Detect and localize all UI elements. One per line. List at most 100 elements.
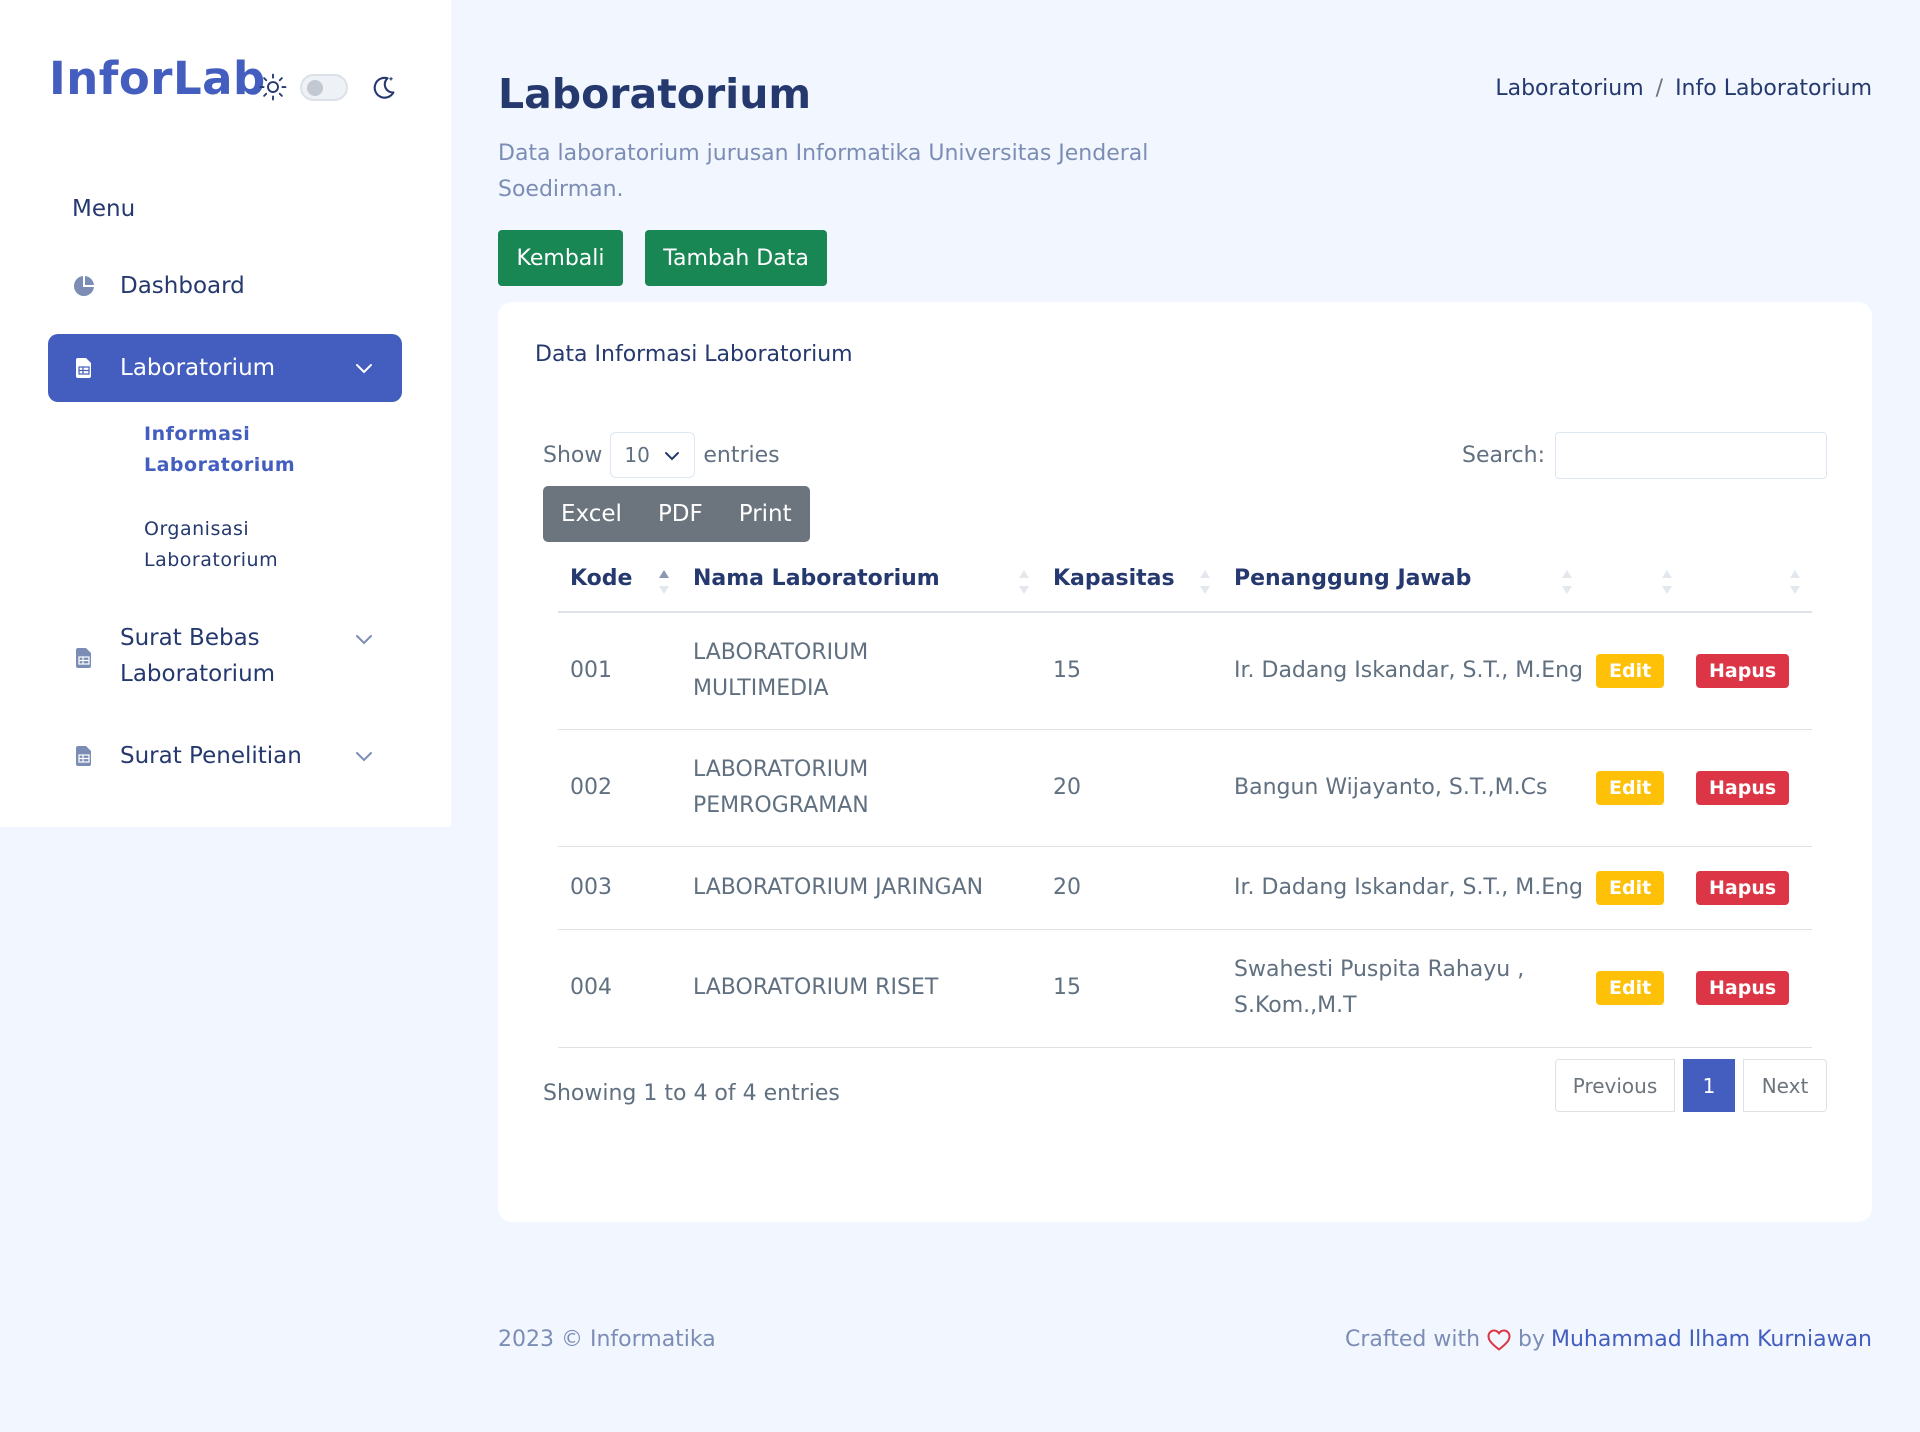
entries-select-value: 10 (624, 443, 650, 467)
cell-kapasitas: 20 (1041, 846, 1222, 930)
export-print-button[interactable]: Print (739, 501, 792, 527)
table-row: 004 LABORATORIUM RISET 15 Swahesti Puspi… (558, 929, 1812, 1048)
pagination-previous[interactable]: Previous (1555, 1059, 1675, 1112)
file-spreadsheet-icon (76, 746, 91, 766)
data-card: Data Informasi Laboratorium Show 10 entr… (498, 302, 1872, 1222)
cell-nama: LABORATORIUM JARINGAN (681, 846, 1041, 930)
column-header-kode[interactable]: Kode (558, 546, 681, 613)
export-excel-button[interactable]: Excel (561, 501, 622, 527)
table-row: 003 LABORATORIUM JARINGAN 20 Ir. Dadang … (558, 846, 1812, 930)
column-header-penanggung-jawab[interactable]: Penanggung Jawab (1222, 546, 1584, 613)
search-control: Search: (1462, 432, 1827, 479)
table-header-row: Kode Nama Laboratorium Kapasitas Penangg… (558, 546, 1812, 613)
cell-nama: LABORATORIUM PEMROGRAMAN (681, 729, 1041, 847)
sort-icon (1662, 570, 1672, 594)
submenu-organisasi-laboratorium[interactable]: Organisasi Laboratorium (144, 514, 324, 576)
cell-pj: Swahesti Puspita Rahayu , S.Kom.,M.T (1222, 929, 1584, 1048)
cell-kode: 004 (558, 929, 681, 1048)
delete-button[interactable]: Hapus (1696, 870, 1790, 905)
edit-button[interactable]: Edit (1596, 653, 1665, 688)
breadcrumb: Laboratorium / Info Laboratorium (1495, 76, 1872, 101)
column-header-kapasitas[interactable]: Kapasitas (1041, 546, 1222, 613)
pagination-page-1[interactable]: 1 (1683, 1059, 1735, 1112)
edit-button[interactable]: Edit (1596, 870, 1665, 905)
switch-knob (307, 79, 323, 96)
export-pdf-button[interactable]: PDF (658, 501, 703, 527)
sidebar-item-label: Laboratorium (120, 355, 276, 381)
sidebar-item-dashboard[interactable]: Dashboard (48, 268, 402, 304)
cell-nama: LABORATORIUM RISET (681, 929, 1041, 1048)
cell-kode: 001 (558, 612, 681, 730)
page-title: Laboratorium (498, 70, 812, 118)
cell-hapus: Hapus (1684, 929, 1812, 1048)
pagination-next[interactable]: Next (1743, 1059, 1827, 1112)
author-link[interactable]: Muhammad Ilham Kurniawan (1551, 1327, 1872, 1352)
theme-toggle (258, 72, 398, 102)
edit-button[interactable]: Edit (1596, 770, 1665, 805)
table-row: 002 LABORATORIUM PEMROGRAMAN 20 Bangun W… (558, 729, 1812, 847)
export-button-group: Excel PDF Print (543, 486, 810, 542)
column-header-label: Nama Laboratorium (693, 566, 940, 591)
delete-button[interactable]: Hapus (1696, 770, 1790, 805)
add-data-button[interactable]: Tambah Data (645, 230, 827, 286)
cell-hapus: Hapus (1684, 612, 1812, 730)
sort-icon (1200, 570, 1210, 594)
search-label: Search: (1462, 443, 1545, 468)
column-header-label: Penanggung Jawab (1234, 566, 1472, 591)
footer-credits: Crafted with by Muhammad Ilham Kurniawan (1345, 1327, 1872, 1352)
sort-icon (1019, 570, 1029, 594)
cell-nama: LABORATORIUM MULTIMEDIA (681, 612, 1041, 730)
back-button[interactable]: Kembali (498, 230, 623, 286)
cell-pj: Ir. Dadang Iskandar, S.T., M.Eng (1222, 612, 1584, 730)
cell-edit: Edit (1584, 729, 1684, 847)
app-logo[interactable]: InforLab (49, 52, 266, 105)
sidebar: InforLab Menu Dashboard Laboratorium Inf… (0, 0, 451, 827)
breadcrumb-link-laboratorium[interactable]: Laboratorium (1495, 76, 1643, 101)
column-header-label: Kode (570, 566, 633, 591)
submenu-informasi-laboratorium[interactable]: Informasi Laboratorium (144, 419, 324, 481)
sidebar-item-surat-penelitian[interactable]: Surat Penelitian (48, 738, 402, 774)
column-header-hapus[interactable] (1684, 546, 1812, 613)
column-header-edit[interactable] (1584, 546, 1684, 613)
by-text: by (1518, 1327, 1545, 1352)
cell-edit: Edit (1584, 929, 1684, 1048)
entries-label: entries (703, 442, 780, 468)
sidebar-item-laboratorium[interactable]: Laboratorium (48, 334, 402, 402)
page-subtitle: Data laboratorium jurusan Informatika Un… (498, 141, 1149, 202)
search-input[interactable] (1555, 432, 1827, 479)
column-header-nama[interactable]: Nama Laboratorium (681, 546, 1041, 613)
sidebar-item-label: Surat Bebas Laboratorium (120, 625, 276, 687)
laboratorium-table: Kode Nama Laboratorium Kapasitas Penangg… (558, 546, 1812, 1048)
sort-icon (1790, 570, 1800, 594)
menu-title: Menu (72, 196, 136, 222)
edit-button[interactable]: Edit (1596, 971, 1665, 1005)
entries-select[interactable]: 10 (610, 432, 696, 478)
sidebar-item-surat-bebas-laboratorium[interactable]: Surat Bebas Laboratorium (48, 620, 402, 696)
file-spreadsheet-icon (76, 358, 91, 378)
delete-button[interactable]: Hapus (1696, 971, 1790, 1005)
pie-chart-icon (74, 276, 94, 296)
cell-edit: Edit (1584, 846, 1684, 930)
sidebar-item-label: Surat Penelitian (120, 743, 302, 769)
cell-hapus: Hapus (1684, 729, 1812, 847)
delete-button[interactable]: Hapus (1696, 653, 1790, 688)
breadcrumb-current: Info Laboratorium (1675, 76, 1872, 101)
chevron-down-icon (356, 752, 372, 762)
footer-copyright: 2023 © Informatika (498, 1327, 716, 1352)
heart-icon (1487, 1328, 1511, 1351)
table-row: 001 LABORATORIUM MULTIMEDIA 15 Ir. Dadan… (558, 612, 1812, 730)
dark-mode-switch[interactable] (300, 73, 348, 101)
cell-kode: 002 (558, 729, 681, 847)
breadcrumb-separator: / (1655, 76, 1664, 101)
file-spreadsheet-icon (76, 648, 91, 668)
cell-pj: Ir. Dadang Iskandar, S.T., M.Eng (1222, 846, 1584, 930)
column-header-label: Kapasitas (1053, 566, 1175, 591)
sort-asc-icon (659, 570, 669, 594)
cell-hapus: Hapus (1684, 846, 1812, 930)
chevron-down-icon (356, 364, 372, 374)
card-title: Data Informasi Laboratorium (535, 342, 853, 367)
cell-kode: 003 (558, 846, 681, 930)
moon-icon (373, 76, 395, 99)
chevron-down-icon (356, 635, 372, 645)
sidebar-item-label: Dashboard (120, 273, 245, 299)
